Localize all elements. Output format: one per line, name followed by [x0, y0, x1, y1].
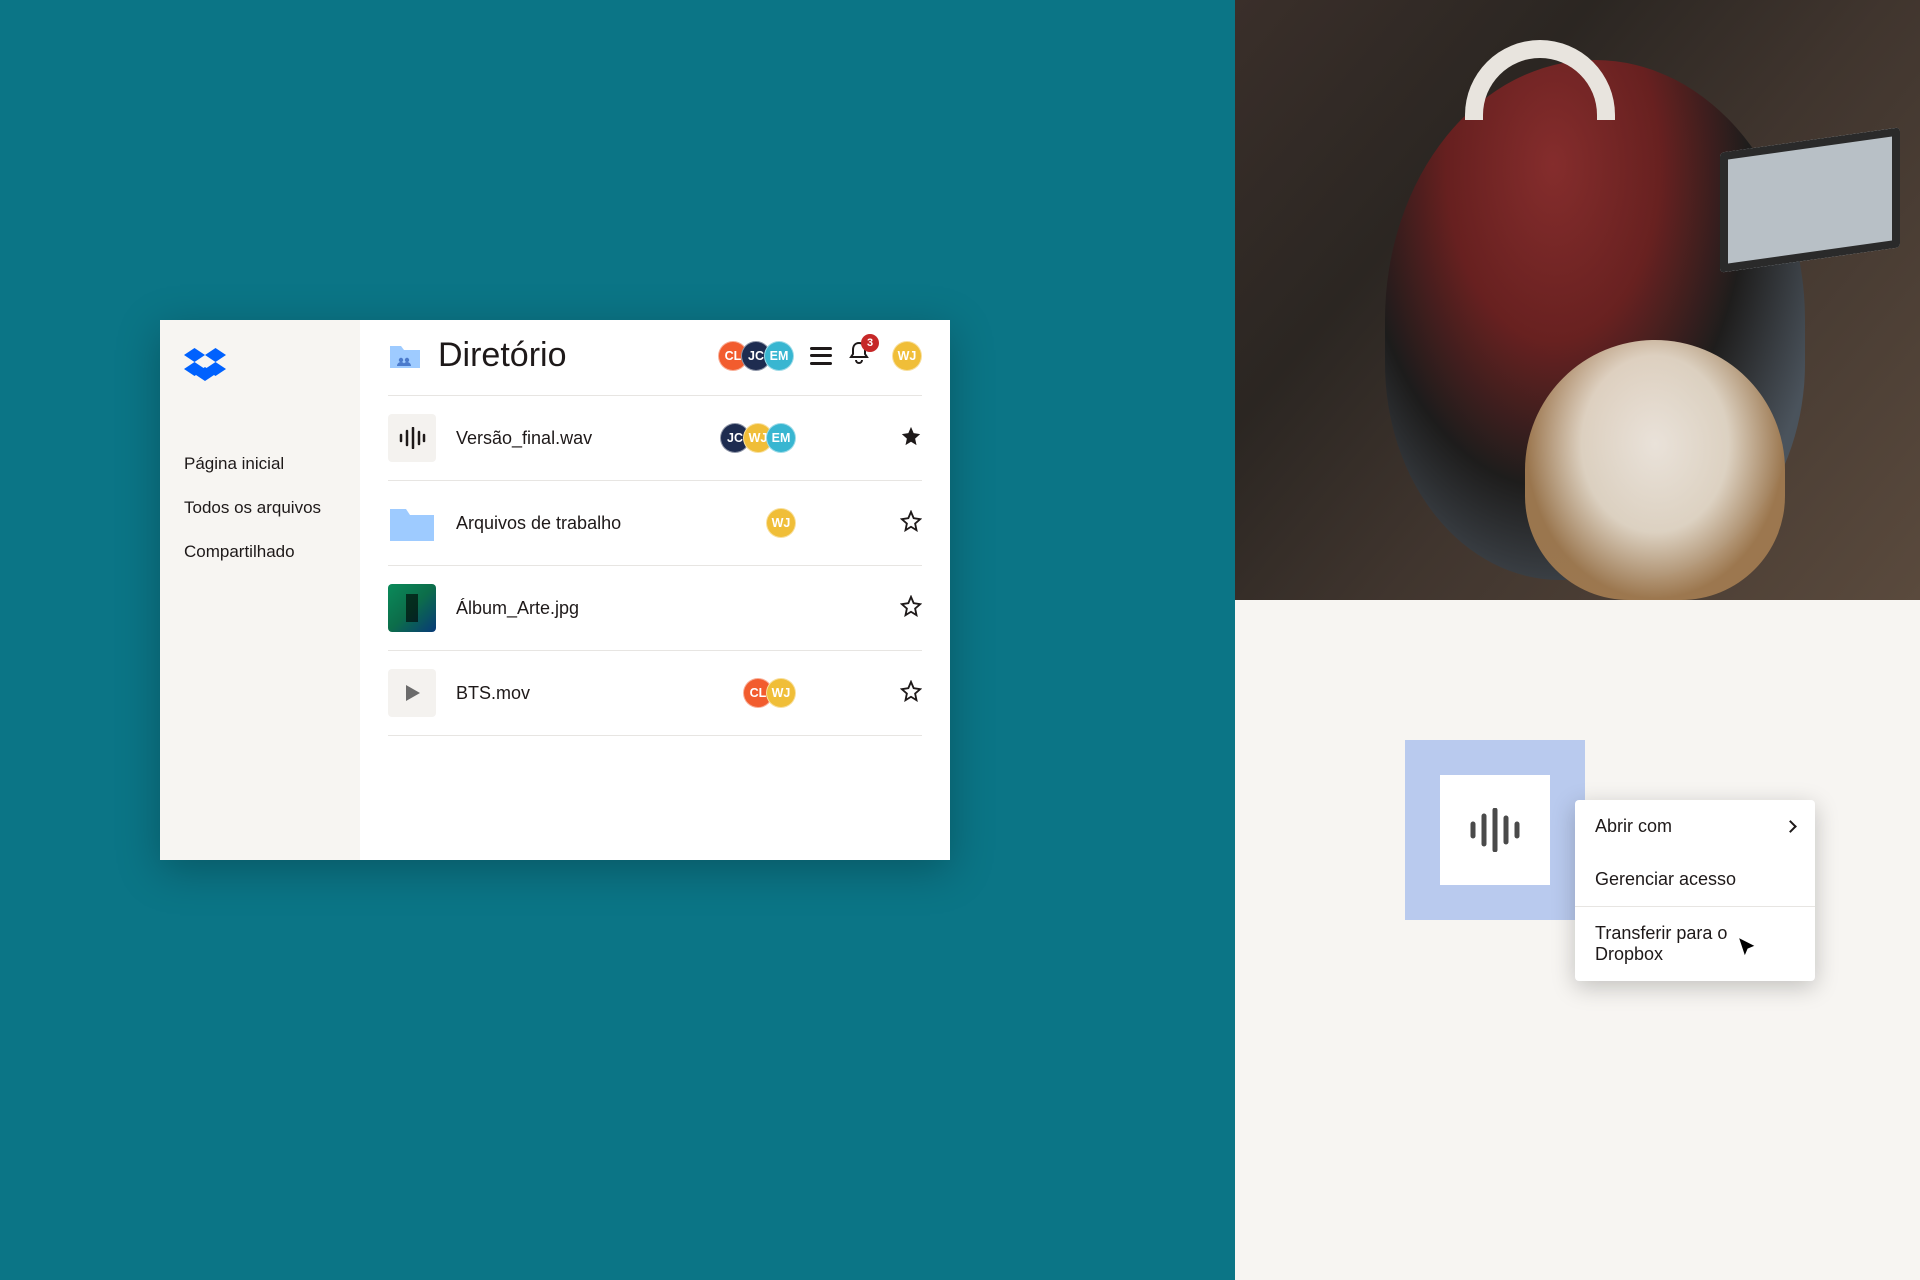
- menu-item-label: Abrir com: [1595, 816, 1672, 837]
- sidebar-item-home[interactable]: Página inicial: [184, 445, 336, 483]
- hero-photo: [1235, 0, 1920, 600]
- file-avatars: WJ: [686, 508, 796, 538]
- avatar[interactable]: EM: [766, 423, 796, 453]
- app-window: Página inicial Todos os arquivos Compart…: [160, 320, 950, 860]
- image-thumbnail: [388, 584, 436, 632]
- star-outline-icon[interactable]: [900, 510, 922, 537]
- file-row[interactable]: Versão_final.wav JC WJ EM: [388, 395, 922, 480]
- menu-item-label: Gerenciar acesso: [1595, 869, 1736, 890]
- file-name: Arquivos de trabalho: [456, 513, 666, 534]
- avatar[interactable]: EM: [764, 341, 794, 371]
- sidebar-item-all-files[interactable]: Todos os arquivos: [184, 489, 336, 527]
- header-avatars: CL JC EM: [718, 341, 794, 371]
- star-filled-icon[interactable]: [900, 425, 922, 452]
- file-name: Álbum_Arte.jpg: [456, 598, 666, 619]
- file-name: BTS.mov: [456, 683, 666, 704]
- file-row[interactable]: Arquivos de trabalho WJ: [388, 480, 922, 565]
- file-row[interactable]: BTS.mov CL WJ: [388, 650, 922, 736]
- star-outline-icon[interactable]: [900, 595, 922, 622]
- file-name: Versão_final.wav: [456, 428, 666, 449]
- dropbox-logo-icon: [184, 348, 336, 389]
- context-menu: Abrir com Gerenciar acesso Transferir pa…: [1575, 800, 1815, 981]
- header: Diretório CL JC EM 3 WJ: [388, 336, 922, 395]
- audio-file-icon: [1467, 808, 1523, 852]
- page-title: Diretório: [438, 336, 702, 375]
- sidebar-item-shared[interactable]: Compartilhado: [184, 533, 336, 571]
- notification-badge: 3: [861, 334, 879, 352]
- context-panel: Abrir com Gerenciar acesso Transferir pa…: [1235, 600, 1920, 1280]
- menu-icon[interactable]: [810, 347, 832, 365]
- context-menu-item-open-with[interactable]: Abrir com: [1575, 800, 1815, 853]
- video-file-icon: [388, 669, 436, 717]
- sidebar: Página inicial Todos os arquivos Compart…: [160, 320, 360, 860]
- menu-item-label: Transferir para o Dropbox: [1595, 923, 1795, 965]
- main-panel: Diretório CL JC EM 3 WJ Versão_final.wav: [360, 320, 950, 860]
- audio-file-icon: [388, 414, 436, 462]
- avatar[interactable]: WJ: [766, 508, 796, 538]
- context-menu-item-transfer[interactable]: Transferir para o Dropbox: [1575, 906, 1815, 981]
- context-menu-item-manage-access[interactable]: Gerenciar acesso: [1575, 853, 1815, 906]
- right-column: Abrir com Gerenciar acesso Transferir pa…: [1235, 0, 1920, 1280]
- notifications-button[interactable]: 3: [848, 341, 870, 370]
- file-avatars: JC WJ EM: [686, 423, 796, 453]
- file-tile[interactable]: [1405, 740, 1585, 920]
- profile-avatar[interactable]: WJ: [892, 341, 922, 371]
- chevron-right-icon: [1784, 820, 1797, 833]
- cursor-icon: [1735, 935, 1761, 961]
- folder-shared-icon: [388, 342, 422, 370]
- avatar[interactable]: WJ: [766, 678, 796, 708]
- file-row[interactable]: Álbum_Arte.jpg: [388, 565, 922, 650]
- folder-icon: [388, 499, 436, 547]
- file-avatars: CL WJ: [686, 678, 796, 708]
- star-outline-icon[interactable]: [900, 680, 922, 707]
